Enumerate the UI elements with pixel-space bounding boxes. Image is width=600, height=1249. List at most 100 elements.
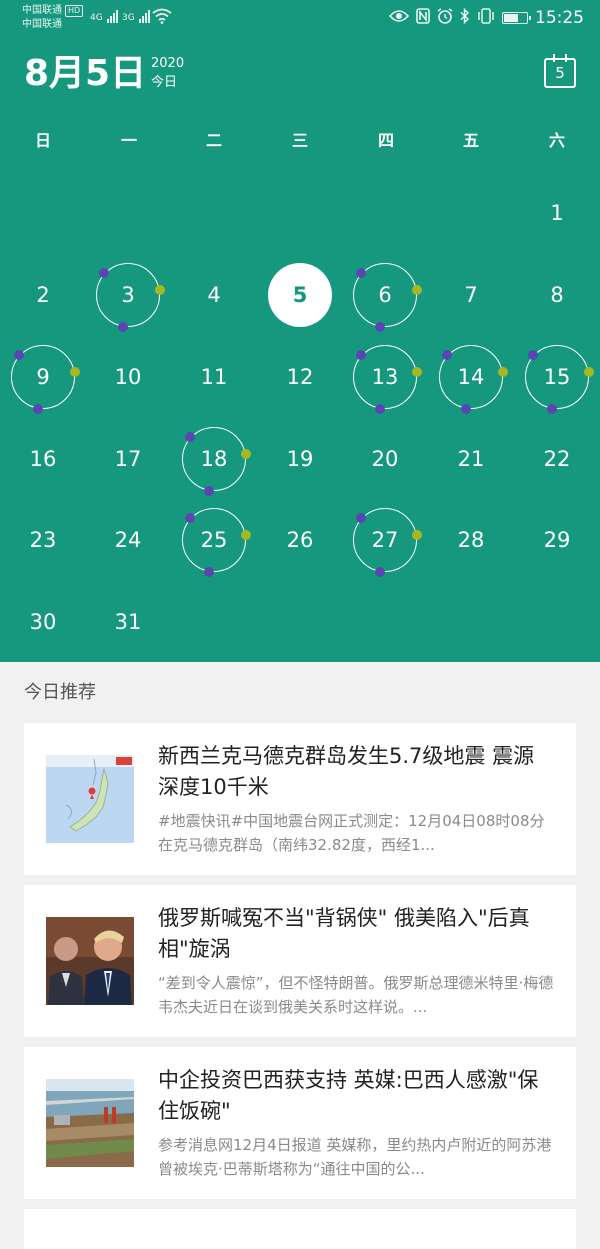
day-number: 9 bbox=[36, 365, 50, 389]
calendar-day-21[interactable]: 21 bbox=[439, 427, 503, 491]
day-number: 3 bbox=[121, 283, 135, 307]
news-card[interactable]: 俄罗斯喊冤不当"背锅侠" 俄美陷入"后真相"旋涡 “差到令人震惊”，但不怪特朗普… bbox=[24, 885, 576, 1037]
calendar-day-1[interactable]: 1 bbox=[525, 181, 589, 245]
news-title: 新西兰克马德克群岛发生5.7级地震 震源深度10千米 bbox=[158, 744, 535, 799]
event-dot bbox=[442, 350, 452, 360]
day-number: 14 bbox=[457, 365, 485, 389]
day-number: 6 bbox=[378, 283, 392, 307]
calendar-day-15[interactable]: 15 bbox=[525, 345, 594, 414]
event-dot bbox=[241, 530, 251, 540]
day-number: 8 bbox=[550, 283, 564, 307]
day-number: 25 bbox=[200, 528, 228, 552]
month-grid: 1 2 3 4 5 6 7 8 9 10 11 12 13 14 15 16 17 18 19 20 21 22 23 24 2… bbox=[0, 0, 600, 662]
event-dot bbox=[204, 486, 214, 496]
event-dot bbox=[584, 367, 594, 377]
news-card[interactable]: 中企投资巴西获支持 英媒:巴西人感激"保住饭碗" 参考消息网12月4日报道 英媒… bbox=[24, 1047, 576, 1199]
news-title: 中企投资巴西获支持 英媒:巴西人感激"保住饭碗" bbox=[158, 1068, 539, 1123]
day-number: 18 bbox=[200, 447, 228, 471]
calendar-day-16[interactable]: 16 bbox=[11, 427, 75, 491]
event-dot bbox=[356, 513, 366, 523]
event-dot bbox=[375, 404, 385, 414]
calendar-day-14[interactable]: 14 bbox=[439, 345, 508, 414]
day-number: 20 bbox=[371, 447, 399, 471]
calendar-day-28[interactable]: 28 bbox=[439, 508, 503, 572]
calendar-day-10[interactable]: 10 bbox=[96, 345, 160, 409]
day-number: 2 bbox=[36, 283, 50, 307]
event-dot bbox=[528, 350, 538, 360]
calendar-day-7[interactable]: 7 bbox=[439, 263, 503, 327]
news-card-partial[interactable] bbox=[24, 1209, 576, 1249]
calendar-day-13[interactable]: 13 bbox=[353, 345, 422, 414]
day-number: 28 bbox=[457, 528, 485, 552]
day-number: 1 bbox=[550, 201, 564, 225]
calendar-day-2[interactable]: 2 bbox=[11, 263, 75, 327]
news-summary: 参考消息网12月4日报道 英媒称，里约热内卢附近的阿苏港曾被埃克·巴蒂斯塔称为“… bbox=[158, 1136, 552, 1178]
calendar-day-11[interactable]: 11 bbox=[182, 345, 246, 409]
event-dot bbox=[412, 285, 422, 295]
event-dot bbox=[547, 404, 557, 414]
event-dot bbox=[155, 285, 165, 295]
event-dot bbox=[412, 530, 422, 540]
day-number: 16 bbox=[29, 447, 57, 471]
calendar-day-17[interactable]: 17 bbox=[96, 427, 160, 491]
news-title: 俄罗斯喊冤不当"背锅侠" 俄美陷入"后真相"旋涡 bbox=[158, 906, 530, 961]
calendar-day-18[interactable]: 18 bbox=[182, 427, 251, 496]
calendar-day-31[interactable]: 31 bbox=[96, 590, 160, 654]
politicians-photo-thumbnail-icon bbox=[46, 917, 134, 1005]
day-number: 4 bbox=[207, 283, 221, 307]
event-dot bbox=[375, 322, 385, 332]
calendar-day-25[interactable]: 25 bbox=[182, 508, 251, 577]
recommend-section-title: 今日推荐 bbox=[24, 682, 96, 703]
calendar-day-22[interactable]: 22 bbox=[525, 427, 589, 491]
day-number: 24 bbox=[114, 528, 142, 552]
calendar-header-area: 中国联通 HD 中国联通 4G 3G 15:25 8月5日 2020 今日 5 … bbox=[0, 0, 600, 662]
day-number: 26 bbox=[286, 528, 314, 552]
day-number: 12 bbox=[286, 365, 314, 389]
calendar-day-6[interactable]: 6 bbox=[353, 263, 422, 332]
event-dot bbox=[241, 449, 251, 459]
news-summary: #地震快讯#中国地震台网正式测定：12月04日08时08分在克马德克群岛（南纬3… bbox=[158, 812, 545, 854]
news-summary: “差到令人震惊”，但不怪特朗普。俄罗斯总理德米特里·梅德韦杰夫近日在谈到俄美关系… bbox=[158, 974, 554, 1016]
event-dot bbox=[356, 268, 366, 278]
day-number: 5 bbox=[292, 283, 308, 307]
calendar-day-30[interactable]: 30 bbox=[11, 590, 75, 654]
event-dot bbox=[204, 567, 214, 577]
calendar-day-8[interactable]: 8 bbox=[525, 263, 589, 327]
event-dot bbox=[356, 350, 366, 360]
day-number: 23 bbox=[29, 528, 57, 552]
calendar-day-20[interactable]: 20 bbox=[353, 427, 417, 491]
calendar-day-9[interactable]: 9 bbox=[11, 345, 80, 414]
day-number: 27 bbox=[371, 528, 399, 552]
calendar-day-5[interactable]: 5 bbox=[268, 263, 332, 327]
day-number: 11 bbox=[200, 365, 228, 389]
day-number: 17 bbox=[114, 447, 142, 471]
calendar-day-19[interactable]: 19 bbox=[268, 427, 332, 491]
event-dot bbox=[14, 350, 24, 360]
calendar-day-24[interactable]: 24 bbox=[96, 508, 160, 572]
event-dot bbox=[70, 367, 80, 377]
day-number: 10 bbox=[114, 365, 142, 389]
day-number: 31 bbox=[114, 610, 142, 634]
calendar-day-4[interactable]: 4 bbox=[182, 263, 246, 327]
event-dot bbox=[118, 322, 128, 332]
news-card[interactable]: 新西兰克马德克群岛发生5.7级地震 震源深度10千米 #地震快讯#中国地震台网正… bbox=[24, 723, 576, 875]
event-dot bbox=[461, 404, 471, 414]
earthquake-map-thumbnail-icon bbox=[46, 755, 134, 843]
calendar-day-23[interactable]: 23 bbox=[11, 508, 75, 572]
calendar-day-26[interactable]: 26 bbox=[268, 508, 332, 572]
calendar-day-29[interactable]: 29 bbox=[525, 508, 589, 572]
calendar-day-12[interactable]: 12 bbox=[268, 345, 332, 409]
day-number: 7 bbox=[464, 283, 478, 307]
event-dot bbox=[375, 567, 385, 577]
port-photo-thumbnail-icon bbox=[46, 1079, 134, 1167]
calendar-day-3[interactable]: 3 bbox=[96, 263, 165, 332]
day-number: 29 bbox=[543, 528, 571, 552]
event-dot bbox=[99, 268, 109, 278]
event-dot bbox=[412, 367, 422, 377]
day-number: 15 bbox=[543, 365, 571, 389]
day-number: 19 bbox=[286, 447, 314, 471]
day-number: 13 bbox=[371, 365, 399, 389]
calendar-day-27[interactable]: 27 bbox=[353, 508, 422, 577]
event-dot bbox=[185, 432, 195, 442]
event-dot bbox=[33, 404, 43, 414]
